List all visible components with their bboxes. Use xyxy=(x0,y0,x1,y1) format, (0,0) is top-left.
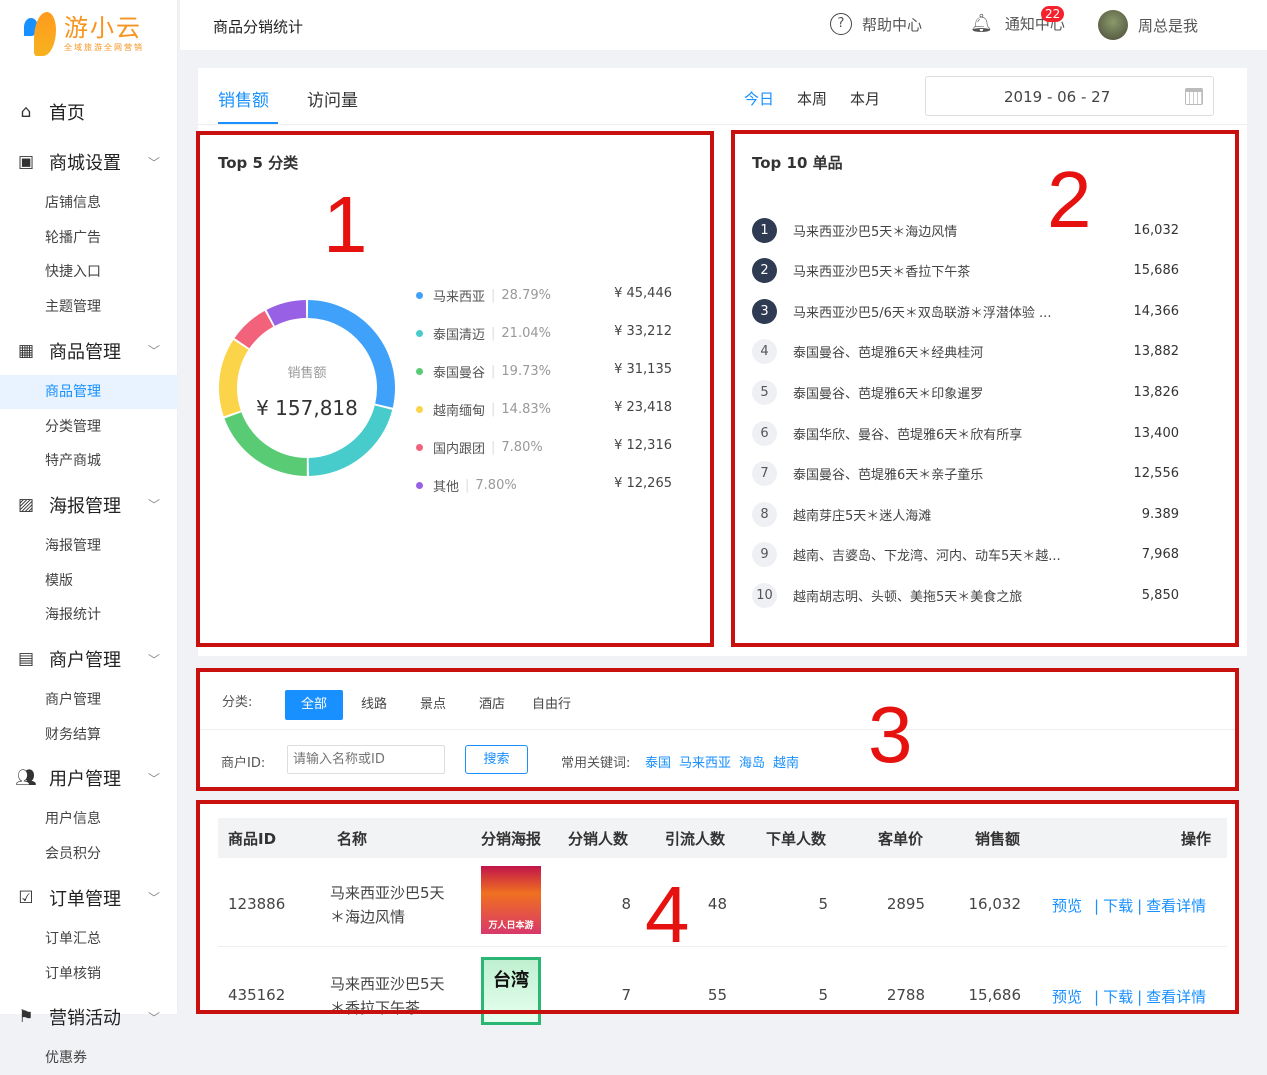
page-title: 商品分销统计 xyxy=(213,18,304,36)
home-icon: ⌂ xyxy=(20,102,32,122)
sidebar-group-label: 营销活动 xyxy=(49,1008,121,1030)
flag-icon: ⚑ xyxy=(18,1007,34,1028)
annotation-box-1 xyxy=(196,131,714,647)
sidebar-item[interactable]: 商品管理 xyxy=(0,374,178,409)
checkbox-icon: ☑ xyxy=(18,887,34,908)
sidebar: 游小云 全域旅游全网营销 ⌂ 首页 ▣ 商城设置 ﹀ 店铺信息 轮播广告 快捷入口 主题管理 ▦ 商品… xyxy=(0,0,178,1066)
sidebar-item[interactable]: 海报统计 xyxy=(0,598,178,632)
sidebar-group-label: 海报管理 xyxy=(49,495,121,517)
logo-mark-icon xyxy=(22,10,58,56)
help-label: 帮助中心 xyxy=(862,15,923,34)
annotation-label-1: 1 xyxy=(323,180,368,269)
date-value: 2019 - 06 - 27 xyxy=(1004,88,1111,106)
sidebar-item[interactable]: 会员积分 xyxy=(0,837,178,871)
chevron-down-icon: ﹀ xyxy=(147,891,160,906)
grid-icon: ▦ xyxy=(17,340,35,361)
notification-badge: 22 xyxy=(1041,6,1065,22)
user-name: 周总是我 xyxy=(1138,16,1199,35)
sidebar-item[interactable]: 轮播广告 xyxy=(0,221,178,255)
range-week[interactable]: 本周 xyxy=(797,88,827,109)
sidebar-item[interactable]: 订单核销 xyxy=(0,957,178,991)
sidebar-group-label: 商品管理 xyxy=(49,341,121,363)
users-icon: 👥︎ xyxy=(15,768,37,789)
sidebar-item[interactable]: 订单汇总 xyxy=(0,922,178,956)
annotation-box-3 xyxy=(196,668,1239,791)
bell-icon: 🔔︎ xyxy=(970,13,993,34)
brand-name: 游小云 xyxy=(64,13,142,42)
help-icon: ? xyxy=(830,13,852,35)
sidebar-item[interactable]: 商户管理 xyxy=(0,683,178,717)
chevron-down-icon: ﹀ xyxy=(147,652,160,667)
range-month[interactable]: 本月 xyxy=(850,88,880,109)
sidebar-group-20[interactable]: ☑ 订单管理 ﹀ xyxy=(0,878,178,918)
sidebar-group-17[interactable]: 👥︎ 用户管理 ﹀ xyxy=(0,758,178,798)
sidebar-item[interactable]: 主题管理 xyxy=(0,290,178,324)
sidebar-group-label: 商户管理 xyxy=(49,650,121,671)
sidebar-group-10[interactable]: ▨ 海报管理 ﹀ xyxy=(0,485,178,525)
brand-slogan: 全域旅游全网营销 xyxy=(64,42,144,52)
shop-icon: ▣ xyxy=(17,152,35,172)
sidebar-item[interactable]: 特产商城 xyxy=(0,444,178,478)
notification-center-link[interactable]: 🔔︎ 通知中心 22 xyxy=(970,6,1065,34)
header: 商品分销统计 ? 帮助中心 🔔︎ 通知中心 22 周总是我 xyxy=(180,0,1267,50)
image-icon: ▨ xyxy=(17,494,35,515)
sidebar-item[interactable]: 优惠券 xyxy=(0,1041,178,1075)
sidebar-item[interactable]: 模版 xyxy=(0,564,178,598)
sidebar-group-label: 用户管理 xyxy=(49,769,121,791)
annotation-label-4: 4 xyxy=(645,870,690,959)
logo[interactable]: 游小云 全域旅游全网营销 xyxy=(22,10,144,56)
annotation-label-2: 2 xyxy=(1047,155,1092,244)
sidebar-group-0[interactable]: ⌂ 首页 xyxy=(0,92,178,132)
annotation-box-2 xyxy=(731,130,1239,647)
sidebar-group-6[interactable]: ▦ 商品管理 ﹀ xyxy=(0,331,178,371)
chevron-down-icon: ﹀ xyxy=(147,155,160,170)
calendar-icon xyxy=(1185,88,1203,105)
sidebar-group-14[interactable]: ▤ 商户管理 ﹀ xyxy=(0,639,178,679)
sidebar-group-label: 商城设置 xyxy=(49,153,121,174)
sidebar-group-23[interactable]: ⚑ 营销活动 ﹀ xyxy=(0,997,178,1037)
date-picker[interactable]: 2019 - 06 - 27 xyxy=(925,76,1214,116)
range-today[interactable]: 今日 xyxy=(744,88,774,109)
store-icon: ▤ xyxy=(17,649,35,669)
sidebar-item[interactable]: 分类管理 xyxy=(0,410,178,444)
sidebar-item[interactable]: 财务结算 xyxy=(0,718,178,752)
chevron-down-icon: ﹀ xyxy=(147,771,160,786)
annotation-box-4 xyxy=(196,800,1239,1014)
annotation-label-3: 3 xyxy=(868,690,913,779)
chevron-down-icon: ﹀ xyxy=(147,1010,160,1025)
sidebar-group-label: 订单管理 xyxy=(49,888,121,910)
sidebar-item[interactable]: 店铺信息 xyxy=(0,186,178,220)
chevron-down-icon: ﹀ xyxy=(147,498,160,513)
avatar xyxy=(1098,10,1128,40)
sidebar-group-1[interactable]: ▣ 商城设置 ﹀ xyxy=(0,142,178,182)
sidebar-item[interactable]: 快捷入口 xyxy=(0,255,178,289)
sidebar-item[interactable]: 海报管理 xyxy=(0,529,178,563)
sidebar-group-label: 首页 xyxy=(49,103,85,124)
help-center-link[interactable]: ? 帮助中心 xyxy=(830,13,922,35)
tab-visits[interactable]: 访问量 xyxy=(307,86,358,111)
tab-sales[interactable]: 销售额 xyxy=(218,86,269,111)
user-menu[interactable]: 周总是我 xyxy=(1098,10,1198,40)
sidebar-item[interactable]: 用户信息 xyxy=(0,802,178,836)
chevron-down-icon: ﹀ xyxy=(147,344,160,359)
